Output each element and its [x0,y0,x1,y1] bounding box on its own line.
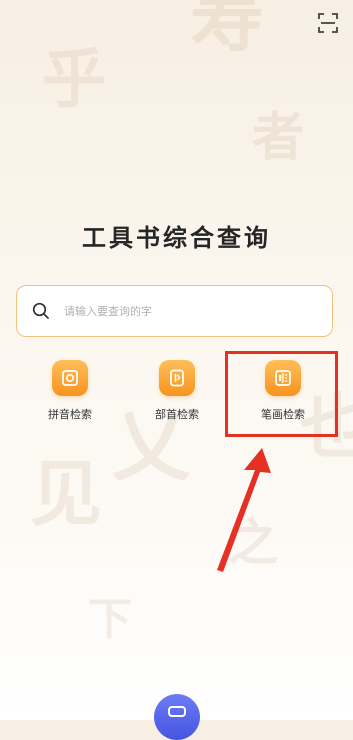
background-char-8: 下 [88,594,132,645]
search-icon [32,302,49,319]
page-title: 工具书综合查询 [82,224,271,252]
background-char-6: 见 [30,451,103,536]
pinyin-icon [52,360,88,396]
radical-search-label: 部首检索 [155,408,199,421]
app-icon [168,706,186,717]
background-char-3: 者 [252,107,305,168]
highlight-box [225,351,338,437]
pinyin-search-button[interactable]: 拼音检索 [30,360,110,422]
radical-search-button[interactable]: 部首检索 [137,360,217,422]
pinyin-search-label: 拼音检索 [48,408,92,421]
scan-button[interactable] [317,12,339,34]
background-char-2: 乎 [42,42,106,117]
search-box[interactable] [16,285,333,337]
scan-icon [318,13,338,33]
annotation-arrow-icon [217,448,271,572]
background-char-1: 寿 [190,0,264,62]
search-input[interactable] [64,304,304,318]
radical-icon [159,360,195,396]
bottom-app-button[interactable] [154,694,200,740]
